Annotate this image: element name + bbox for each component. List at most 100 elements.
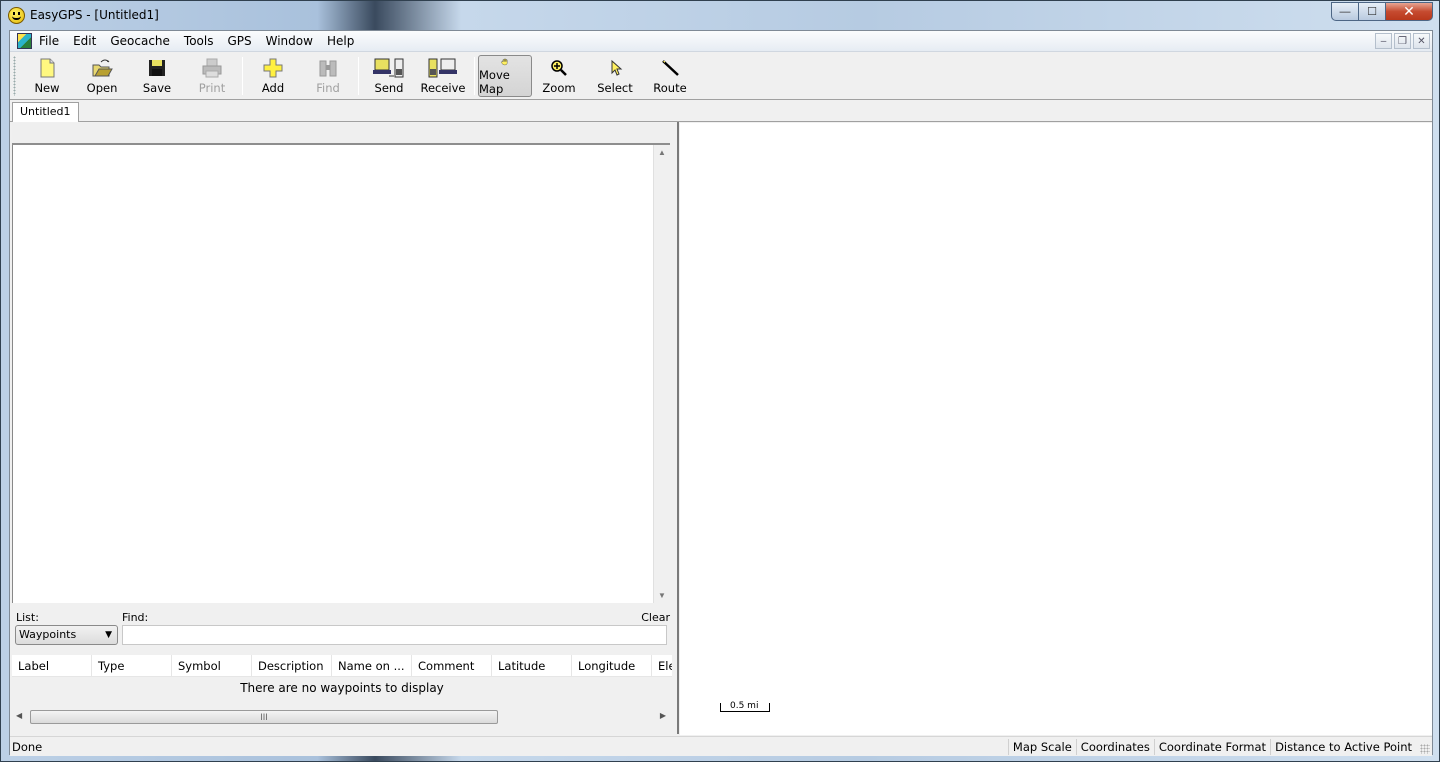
new-document-icon — [40, 58, 55, 78]
toolbar-separator — [474, 57, 475, 95]
client-area: File Edit Geocache Tools GPS Window Help… — [9, 30, 1433, 756]
clear-button[interactable]: Clear — [641, 611, 670, 624]
menu-tools[interactable]: Tools — [177, 34, 221, 48]
mdi-restore-button[interactable]: ❐ — [1394, 33, 1411, 49]
find-button[interactable]: Find — [301, 55, 355, 97]
route-pencil-icon — [662, 60, 679, 76]
open-label: Open — [86, 81, 118, 95]
tree-vertical-scrollbar[interactable]: ▲ ▼ — [653, 145, 670, 603]
menu-edit[interactable]: Edit — [66, 34, 103, 48]
add-button[interactable]: Add — [246, 55, 300, 97]
menu-bar: File Edit Geocache Tools GPS Window Help… — [10, 31, 1432, 52]
minimize-button[interactable]: — — [1331, 2, 1358, 21]
receive-from-gps-icon — [428, 58, 457, 78]
scroll-down-icon[interactable]: ▼ — [658, 591, 666, 600]
list-horizontal-scrollbar[interactable]: ◀ III ▶ — [12, 709, 672, 726]
add-label: Add — [261, 81, 285, 95]
status-distance-active-point: Distance to Active Point — [1270, 739, 1416, 755]
list-column-header: Label Type Symbol Description Name on ..… — [12, 655, 672, 677]
magnifier-icon — [551, 60, 567, 76]
list-type-select[interactable]: Waypoints ▼ — [15, 625, 118, 645]
column-longitude[interactable]: Longitude — [572, 655, 652, 676]
list-panel: List: Find: Clear Waypoints ▼ Label Type… — [12, 607, 672, 734]
window-title: EasyGPS - [Untitled1] — [30, 8, 159, 22]
open-button[interactable]: Open — [75, 55, 129, 97]
waypoint-tree[interactable]: ▲ ▼ — [12, 145, 670, 603]
toolbar-grip[interactable] — [13, 56, 16, 96]
hand-icon — [501, 58, 508, 66]
resize-grip[interactable] — [1420, 744, 1430, 754]
toolbar-separator — [242, 57, 243, 95]
plus-icon — [263, 58, 283, 78]
menu-gps[interactable]: GPS — [220, 34, 258, 48]
left-pane: ▲ ▼ List: Find: Clear Waypoints ▼ Label … — [10, 122, 672, 734]
scroll-up-icon[interactable]: ▲ — [658, 148, 666, 157]
print-label: Print — [198, 81, 226, 95]
send-to-gps-icon — [373, 58, 404, 78]
menu-geocache[interactable]: Geocache — [103, 34, 177, 48]
move-map-label: Move Map — [479, 68, 510, 96]
pane-splitter[interactable] — [672, 122, 679, 734]
receive-label: Receive — [420, 81, 466, 95]
receive-button[interactable]: Receive — [416, 55, 470, 97]
new-button[interactable]: New — [20, 55, 74, 97]
column-symbol[interactable]: Symbol — [172, 655, 252, 676]
find-label: Find — [316, 81, 340, 95]
find-label: Find: — [122, 611, 149, 624]
scale-label: 0.5 mi — [730, 701, 759, 711]
column-description[interactable]: Description — [252, 655, 332, 676]
zoom-button[interactable]: Zoom — [532, 55, 586, 97]
save-button[interactable]: Save — [130, 55, 184, 97]
route-button[interactable]: Route — [643, 55, 697, 97]
column-name-on-gps[interactable]: Name on ... — [332, 655, 412, 676]
status-map-scale: Map Scale — [1007, 739, 1076, 755]
list-label: List: — [16, 611, 39, 624]
scroll-right-icon[interactable]: ▶ — [660, 711, 666, 720]
floppy-disk-icon — [149, 60, 165, 76]
easygps-smiley-icon[interactable] — [8, 7, 25, 24]
scrollbar-thumb[interactable]: III — [30, 710, 498, 724]
find-input[interactable] — [122, 625, 667, 645]
maximize-button[interactable]: ☐ — [1358, 2, 1385, 21]
status-bar: Done Map Scale Coordinates Coordinate Fo… — [10, 736, 1432, 756]
column-type[interactable]: Type — [92, 655, 172, 676]
menu-window[interactable]: Window — [259, 34, 320, 48]
save-label: Save — [142, 81, 172, 95]
move-map-button[interactable]: Move Map — [478, 55, 532, 97]
tab-untitled1[interactable]: Untitled1 — [12, 102, 79, 122]
chevron-down-icon: ▼ — [105, 630, 112, 640]
route-label: Route — [653, 81, 687, 95]
status-text: Done — [12, 740, 43, 754]
map-view[interactable]: 0.5 mi — [680, 123, 1432, 735]
list-type-value: Waypoints — [19, 628, 77, 641]
binoculars-icon — [319, 60, 337, 77]
print-button[interactable]: Print — [185, 55, 239, 97]
new-label: New — [34, 81, 60, 95]
close-button[interactable]: ✕ — [1385, 2, 1433, 21]
status-coordinate-format: Coordinate Format — [1153, 739, 1270, 755]
document-map-icon[interactable] — [17, 33, 32, 49]
column-label[interactable]: Label — [12, 655, 92, 676]
tree-header — [12, 123, 670, 145]
toolbar-separator — [358, 57, 359, 95]
send-button[interactable]: Send — [362, 55, 416, 97]
title-bar: EasyGPS - [Untitled1] — ☐ ✕ — [1, 1, 1439, 30]
menu-file[interactable]: File — [32, 34, 66, 48]
zoom-label: Zoom — [542, 81, 576, 95]
toolbar: New Open Save Print Add Find Send Receiv… — [10, 52, 1432, 100]
column-elevation[interactable]: Ele — [652, 655, 672, 676]
open-folder-icon — [92, 59, 113, 77]
select-button[interactable]: Select — [588, 55, 642, 97]
mdi-close-button[interactable]: ✕ — [1413, 33, 1430, 49]
column-latitude[interactable]: Latitude — [492, 655, 572, 676]
column-comment[interactable]: Comment — [412, 655, 492, 676]
document-tab-strip: Untitled1 — [10, 100, 1432, 122]
mdi-minimize-button[interactable]: – — [1375, 33, 1392, 49]
menu-help[interactable]: Help — [320, 34, 361, 48]
scroll-left-icon[interactable]: ◀ — [16, 711, 22, 720]
status-coordinates: Coordinates — [1075, 739, 1154, 755]
printer-icon — [202, 58, 222, 78]
app-window: EasyGPS - [Untitled1] — ☐ ✕ File Edit Ge… — [0, 0, 1440, 762]
select-label: Select — [597, 81, 633, 95]
empty-list-message: There are no waypoints to display — [240, 681, 444, 695]
